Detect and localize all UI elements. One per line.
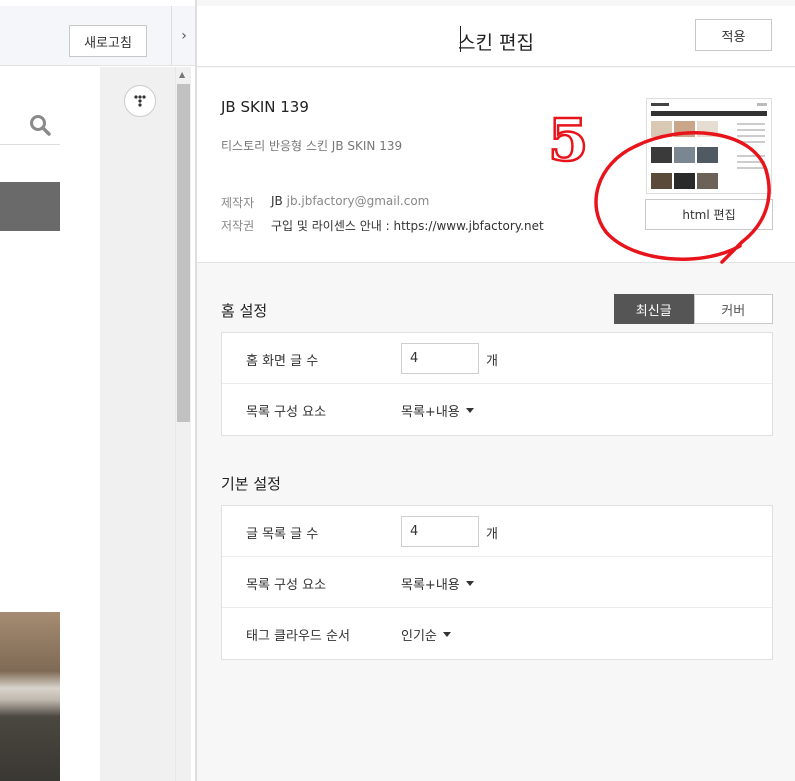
home-list-elements-value: 목록+내용: [401, 405, 460, 420]
apply-button[interactable]: 적용: [695, 19, 772, 51]
basic-settings-title: 기본 설정: [221, 475, 281, 493]
list-elements-value: 목록+내용: [401, 578, 460, 593]
html-edit-button[interactable]: html 편집: [645, 199, 773, 230]
collapse-panel-button[interactable]: ›: [171, 6, 196, 66]
thumbnail-image: [674, 173, 695, 189]
thumbnail-image: [697, 147, 718, 163]
panel-header: 스킨 편집 적용: [197, 6, 795, 67]
thumbnail-image: [697, 121, 718, 137]
thumbnail-image: [674, 147, 695, 163]
home-settings-title: 홈 설정: [221, 302, 268, 320]
search-icon[interactable]: [29, 114, 51, 136]
caret-down-icon: [465, 408, 474, 413]
home-settings-box: 홈 화면 글 수 4 개 목록 구성 요소 목록+내용: [221, 332, 773, 436]
thumbnail-image: [651, 147, 672, 163]
thumbnail-image: [651, 121, 672, 137]
skin-description: 티스토리 반응형 스킨 JB SKIN 139: [221, 139, 403, 153]
thumbnail-image: [674, 121, 695, 137]
tab-cover[interactable]: 커버: [693, 294, 773, 324]
caret-down-icon: [465, 581, 474, 586]
post-list-count-unit: 개: [486, 527, 498, 542]
skin-editor-screen: 새로고침 › ▲ 스킨 편집 적용 JB SKIN 139 티스토리 반응형 스…: [0, 0, 795, 781]
home-post-count-unit: 개: [486, 354, 498, 369]
home-list-elements-select[interactable]: 목록+내용: [401, 401, 474, 420]
home-post-count-input[interactable]: 4: [401, 343, 479, 374]
preview-toolbar: 새로고침: [0, 6, 171, 66]
post-list-count-input[interactable]: 4: [401, 516, 479, 547]
tag-cloud-order-label: 태그 클라우드 순서: [246, 629, 350, 644]
maker-name: JB: [271, 194, 283, 208]
scroll-up-icon[interactable]: ▲: [179, 70, 185, 79]
refresh-button[interactable]: 새로고침: [69, 25, 147, 57]
settings-row: 글 목록 글 수 4 개: [222, 506, 772, 557]
skin-thumbnail: [646, 98, 772, 194]
basic-settings-box: 글 목록 글 수 4 개 목록 구성 요소 목록+내용 태그 클라우드 순서 인…: [221, 505, 773, 660]
scrollbar-thumb[interactable]: [177, 84, 190, 422]
copyright-label: 저작권: [221, 219, 255, 233]
list-elements-select[interactable]: 목록+내용: [401, 574, 474, 593]
thumbnail-image: [697, 173, 718, 189]
preview-photo: [0, 612, 60, 781]
thumbnail-line: [737, 129, 765, 131]
thumbnail-line: [737, 141, 765, 143]
thumbnail-nav: [651, 111, 767, 116]
skin-info-card: JB SKIN 139 티스토리 반응형 스킨 JB SKIN 139 제작자 …: [197, 68, 795, 263]
thumbnail-line: [737, 135, 765, 137]
thumbnail-line: [737, 123, 765, 125]
list-elements-label: 목록 구성 요소: [246, 578, 327, 593]
skin-settings-panel: 스킨 편집 적용 JB SKIN 139 티스토리 반응형 스킨 JB SKIN…: [197, 0, 795, 781]
settings-row: 홈 화면 글 수 4 개: [222, 333, 772, 384]
home-list-elements-label: 목록 구성 요소: [246, 405, 327, 420]
caret-down-icon: [442, 632, 451, 637]
settings-row: 목록 구성 요소 목록+내용: [222, 557, 772, 608]
preview-nav-bar: [0, 182, 60, 231]
tag-cloud-order-select[interactable]: 인기순: [401, 625, 451, 644]
thumbnail-line: [737, 155, 765, 157]
maker-label: 제작자: [221, 196, 255, 210]
more-options-icon[interactable]: [124, 85, 156, 117]
post-list-count-label: 글 목록 글 수: [246, 527, 319, 542]
thumbnail-line: [737, 161, 765, 163]
home-post-count-label: 홈 화면 글 수: [246, 354, 319, 369]
copyright-value: 구입 및 라이센스 안내 : https://www.jbfactory.net: [271, 219, 544, 233]
maker-value: JB jb.jbfactory@gmail.com: [271, 194, 429, 208]
thumbnail-image: [651, 173, 672, 189]
settings-row: 태그 클라우드 순서 인기순: [222, 608, 772, 659]
thumbnail-line: [737, 167, 765, 169]
thumbnail-header: [651, 103, 767, 109]
tag-cloud-order-value: 인기순: [401, 629, 437, 644]
settings-row: 목록 구성 요소 목록+내용: [222, 384, 772, 435]
preview-search-underline: [0, 144, 60, 145]
text-cursor: [460, 26, 461, 52]
preview-gutter: [100, 67, 175, 781]
tab-latest-posts[interactable]: 최신글: [614, 294, 694, 324]
maker-email: jb.jbfactory@gmail.com: [286, 194, 430, 208]
home-type-toggle: 최신글 커버: [614, 294, 773, 324]
skin-name: JB SKIN 139: [221, 98, 309, 116]
